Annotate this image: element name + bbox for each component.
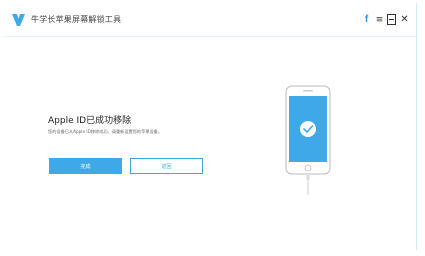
minimize-icon[interactable] [387, 14, 396, 25]
app-window: 牛学长苹果屏幕解锁工具 f ≡ ✕ Apple ID已成功移除 您的设备已从Ap… [3, 3, 417, 250]
phone-illustration [285, 85, 331, 195]
result-description: 您的设备已从Apple ID移除成功，请重新设置您的苹果设备。 [48, 129, 163, 134]
y-logo-icon [12, 14, 25, 26]
close-icon[interactable]: ✕ [400, 14, 409, 25]
check-icon [300, 121, 316, 137]
title-bar: 牛学长苹果屏幕解锁工具 f ≡ ✕ [3, 3, 417, 37]
app-title: 牛学长苹果屏幕解锁工具 [31, 15, 122, 24]
result-headline: Apple ID已成功移除 [48, 116, 132, 126]
back-button[interactable]: 返回 [130, 158, 203, 174]
menu-icon[interactable]: ≡ [375, 14, 384, 25]
done-button[interactable]: 完成 [49, 158, 122, 174]
facebook-icon[interactable]: f [362, 14, 371, 25]
